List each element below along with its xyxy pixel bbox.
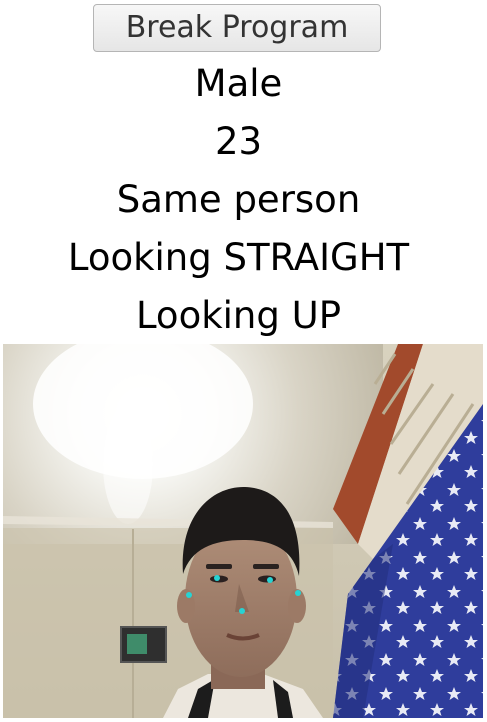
gender-label: Male — [194, 62, 283, 105]
identity-label: Same person — [116, 178, 361, 221]
landmark-left-eye — [214, 575, 220, 581]
age-label: 23 — [214, 120, 263, 163]
camera-feed — [3, 344, 483, 718]
camera-frame — [3, 344, 483, 718]
landmark-left-cheek — [186, 592, 192, 598]
app-window: Break Program Male 23 Same person Lookin… — [0, 0, 487, 722]
break-program-button[interactable]: Break Program — [93, 4, 381, 52]
landmark-nose — [239, 608, 245, 614]
landmark-right-cheek — [295, 590, 301, 596]
landmark-right-eye — [267, 577, 273, 583]
vertical-gaze-label: Looking UP — [135, 294, 342, 337]
horizontal-gaze-label: Looking STRAIGHT — [67, 236, 410, 279]
